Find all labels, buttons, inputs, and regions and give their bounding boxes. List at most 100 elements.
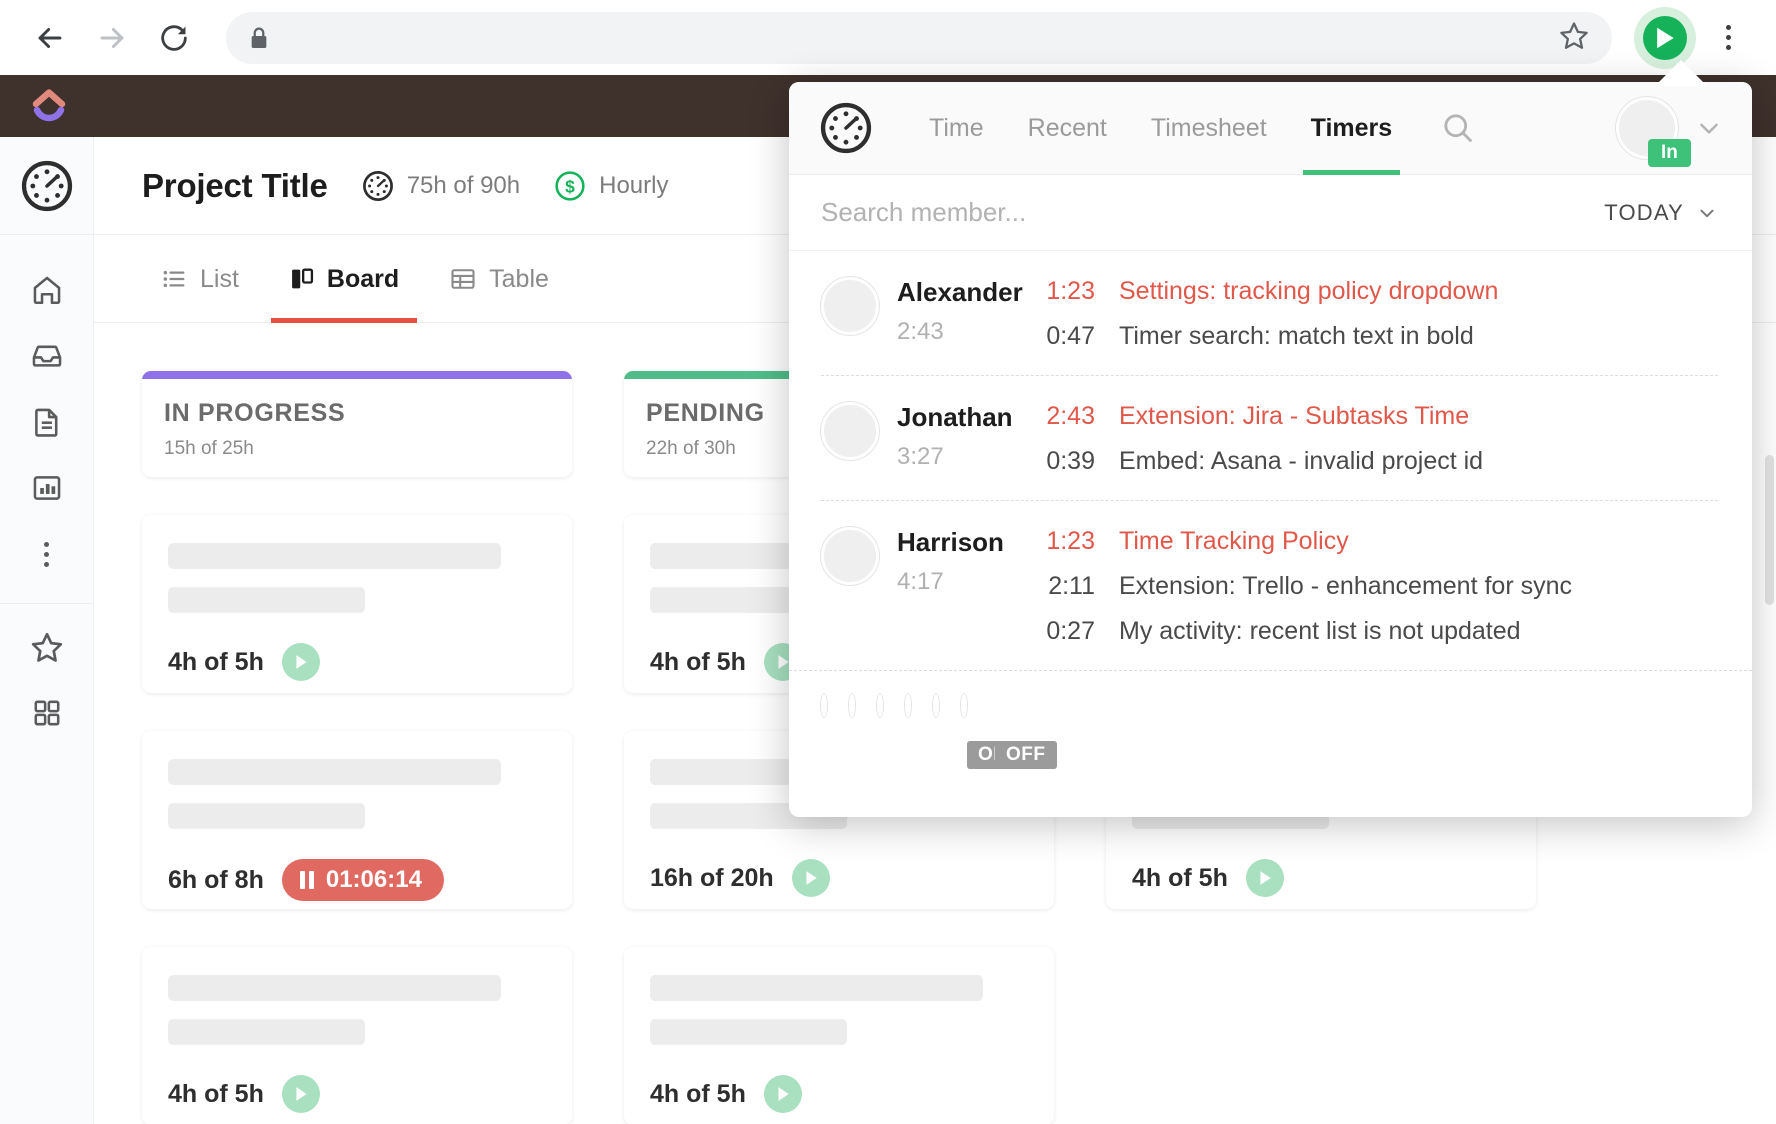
entry-title: Time Tracking Policy <box>1119 527 1349 555</box>
status-badge: OFF <box>995 741 1057 769</box>
entry-title: Extension: Trello - enhancement for sync <box>1119 572 1573 600</box>
timer-extension-popup: Time Recent Timesheet Timers In TODAY <box>789 82 1752 817</box>
column-title: IN PROGRESS <box>164 399 346 427</box>
avatar-member-6[interactable] <box>961 694 967 717</box>
column-header[interactable]: IN PROGRESS 15h of 25h <box>142 371 572 477</box>
sidebar-item-more[interactable] <box>0 521 93 587</box>
search-input[interactable] <box>821 197 1605 228</box>
browser-reload-button[interactable] <box>150 14 198 62</box>
tab-recent[interactable]: Recent <box>1006 82 1129 175</box>
task-card[interactable]: 4h of 5h <box>142 947 572 1124</box>
member-search-row: TODAY <box>789 175 1752 251</box>
avatar-member-3[interactable] <box>877 694 883 717</box>
avatar-member-4[interactable] <box>905 694 911 717</box>
three-dots-vertical-icon <box>1725 25 1731 50</box>
entry-duration: 0:39 <box>1046 447 1095 475</box>
sidebar-item-home[interactable] <box>0 257 93 323</box>
member-name: Jonathan <box>897 402 1013 432</box>
task-card[interactable]: 4h of 5h <box>142 515 572 693</box>
task-subtitle-placeholder <box>650 1019 847 1045</box>
avatar-alexander[interactable] <box>821 277 879 335</box>
running-timer-chip[interactable]: 01:06:14 <box>281 859 444 901</box>
member-avatar-item[interactable] <box>905 694 911 717</box>
timer-row: Alexander 2:43 1:23 Settings: tracking p… <box>821 251 1718 376</box>
timer-row-member[interactable]: Alexander 2:43 <box>821 277 1023 351</box>
sidebar-item-inbox[interactable] <box>0 323 93 389</box>
start-timer-button[interactable] <box>763 1075 802 1113</box>
start-timer-button[interactable] <box>791 859 830 897</box>
start-timer-button[interactable] <box>281 1075 320 1113</box>
project-billing[interactable]: $ Hourly <box>554 170 668 202</box>
task-card[interactable]: 4h of 5h <box>624 947 1054 1124</box>
board-vertical-scrollbar[interactable] <box>1765 455 1774 605</box>
chevron-down-icon[interactable] <box>1694 113 1724 143</box>
popup-pointer-arrow <box>1655 60 1707 86</box>
task-subtitle-placeholder <box>168 803 365 829</box>
play-icon <box>778 1087 789 1101</box>
tab-table[interactable]: Table <box>431 235 567 323</box>
task-card-footer: 16h of 20h <box>650 859 1028 897</box>
sidebar-divider <box>0 603 93 604</box>
member-avatar-item[interactable] <box>877 694 883 717</box>
sidebar-item-dashboards[interactable] <box>0 455 93 521</box>
avatar-harrison[interactable] <box>821 527 879 585</box>
tab-board[interactable]: Board <box>270 235 418 323</box>
date-filter-label: TODAY <box>1604 199 1684 225</box>
bookmark-star-button[interactable] <box>1558 19 1590 56</box>
task-time: 4h of 5h <box>168 647 264 676</box>
start-timer-button[interactable] <box>1245 859 1284 897</box>
timer-entry[interactable]: 2:43 Extension: Jira - Subtasks Time <box>1021 402 1718 431</box>
tab-timesheet[interactable]: Timesheet <box>1129 82 1289 175</box>
task-card-footer: 4h of 5h <box>168 1075 546 1113</box>
avatar-member-2[interactable] <box>849 694 855 717</box>
task-subtitle-placeholder <box>168 1019 365 1045</box>
left-sidebar-rail <box>0 137 94 1124</box>
sidebar-item-favorites[interactable] <box>0 614 93 680</box>
avatar-member-5[interactable] <box>933 694 939 717</box>
member-avatar-item[interactable] <box>821 694 827 717</box>
start-timer-button[interactable] <box>281 643 320 681</box>
timer-entry[interactable]: 2:11 Extension: Trello - enhancement for… <box>1021 572 1718 601</box>
date-filter-button[interactable]: TODAY <box>1604 200 1718 226</box>
play-icon <box>806 871 817 885</box>
browser-back-button[interactable] <box>26 14 74 62</box>
popup-search-button[interactable] <box>1440 110 1476 146</box>
avatar-jonathan[interactable] <box>821 402 879 460</box>
timer-entry[interactable]: 0:27 My activity: recent list is not upd… <box>1021 617 1718 646</box>
entry-title: Extension: Jira - Subtasks Time <box>1119 402 1470 430</box>
timer-entry[interactable]: 0:39 Embed: Asana - invalid project id <box>1021 447 1718 476</box>
project-time-summary[interactable]: 75h of 90h <box>362 170 520 202</box>
list-icon <box>163 270 185 287</box>
tab-timers[interactable]: Timers <box>1289 82 1415 175</box>
timer-entry[interactable]: 1:23 Settings: tracking policy dropdown <box>1021 277 1718 306</box>
tab-time[interactable]: Time <box>907 82 1006 175</box>
browser-forward-button[interactable] <box>88 14 136 62</box>
timer-entry[interactable]: 0:47 Timer search: match text in bold <box>1021 322 1718 351</box>
member-name: Harrison <box>897 527 1004 557</box>
member-avatar-item[interactable]: OFF <box>961 694 1057 769</box>
member-name: Alexander <box>897 277 1023 307</box>
task-time: 4h of 5h <box>650 647 746 676</box>
tab-list[interactable]: List <box>142 235 257 323</box>
sidebar-brand-logo[interactable] <box>0 137 93 235</box>
sidebar-item-docs[interactable] <box>0 389 93 455</box>
task-card[interactable]: 6h of 8h 01:06:14 <box>142 731 572 909</box>
member-avatar-item[interactable] <box>849 694 855 717</box>
member-avatar-strip: OFF OFF <box>789 670 1752 769</box>
popup-brand-logo[interactable] <box>819 101 873 155</box>
entry-title: My activity: recent list is not updated <box>1119 617 1521 645</box>
member-avatar-item[interactable]: OFF <box>933 694 1029 769</box>
member-total-time: 3:27 <box>897 443 944 470</box>
entry-duration: 2:11 <box>1048 572 1095 600</box>
document-icon <box>34 408 57 437</box>
timer-row-member[interactable]: Jonathan 3:27 <box>821 402 1021 476</box>
sidebar-item-apps[interactable] <box>0 680 93 746</box>
timer-entry[interactable]: 1:23 Time Tracking Policy <box>1021 527 1718 556</box>
avatar-member-1[interactable] <box>821 694 827 717</box>
task-card-footer: 4h of 5h <box>1132 859 1510 897</box>
popup-profile[interactable]: In <box>1616 97 1724 167</box>
column-accent-bar <box>142 371 572 379</box>
browser-menu-button[interactable] <box>1706 16 1750 60</box>
timer-row-member[interactable]: Harrison 4:17 <box>821 527 1021 646</box>
address-bar[interactable] <box>226 11 1612 64</box>
